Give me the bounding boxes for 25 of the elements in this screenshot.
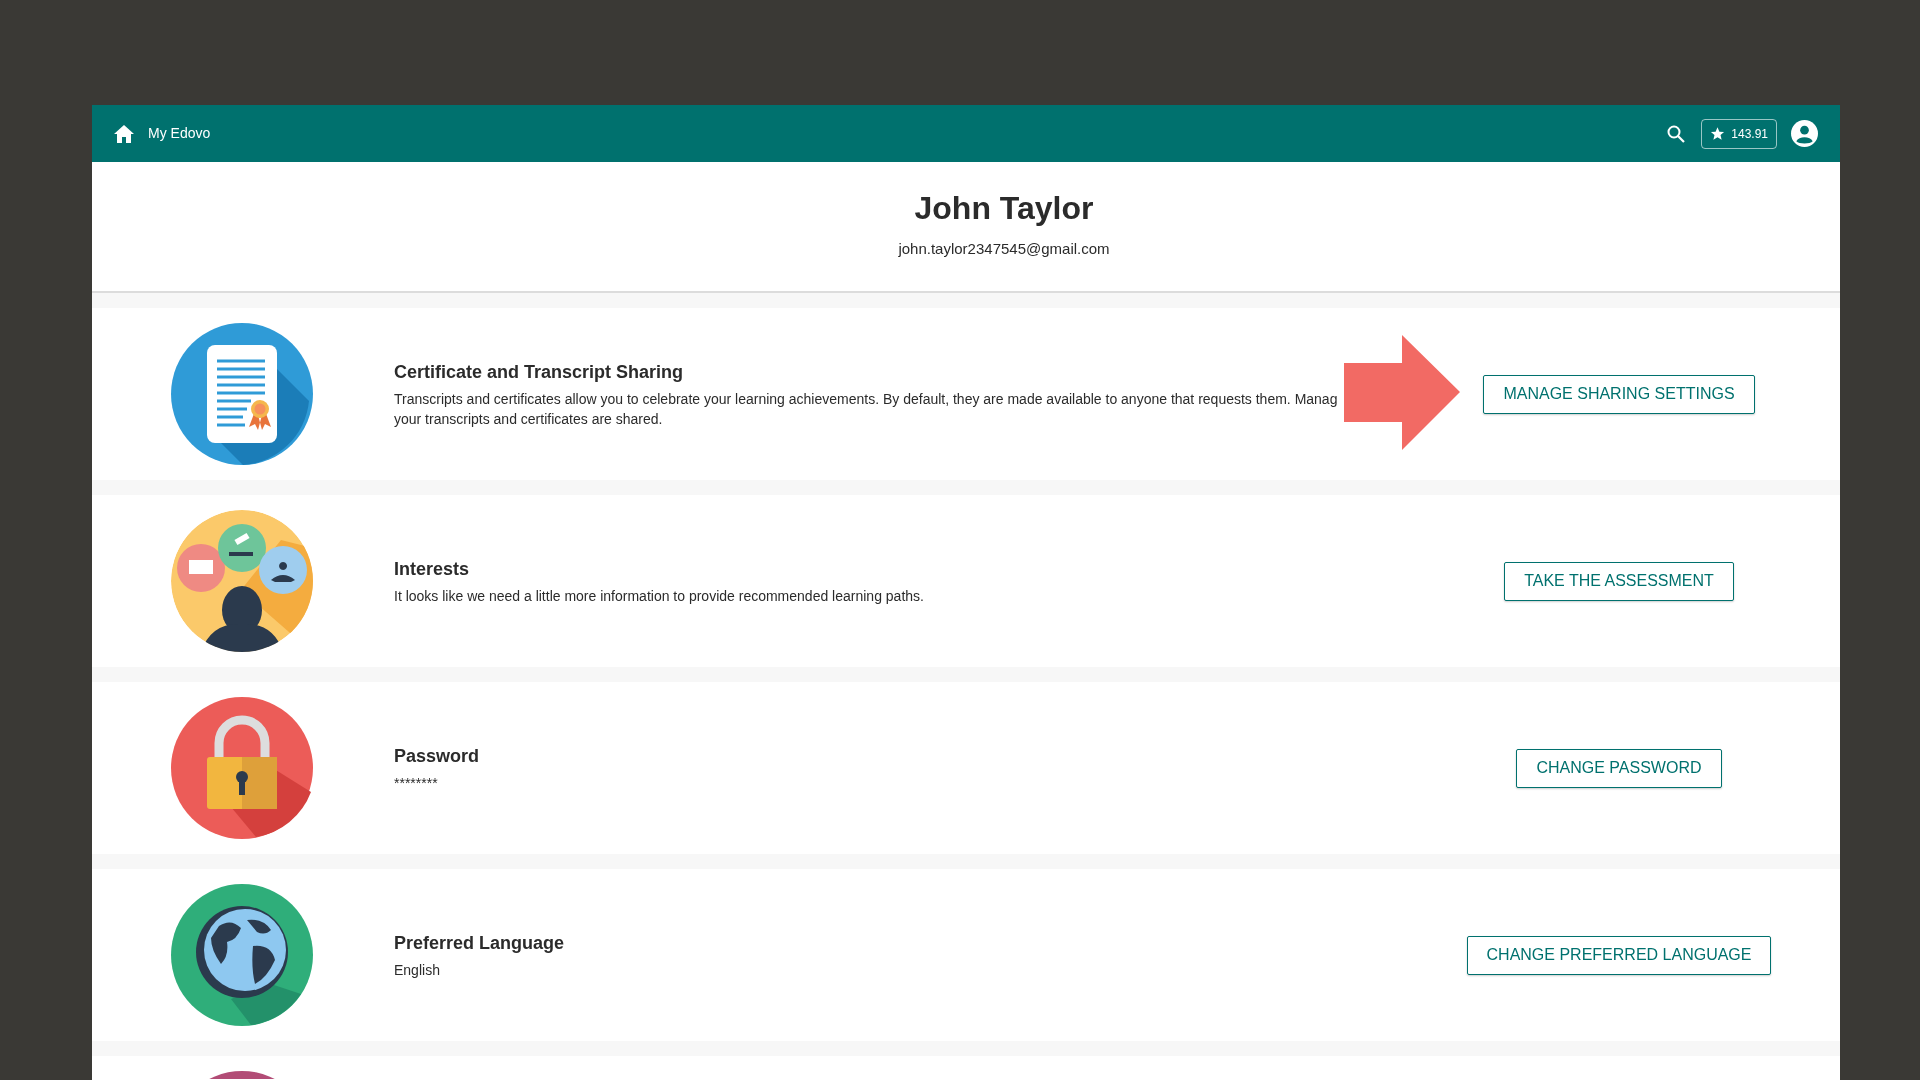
card-title: Preferred Language [394,932,566,955]
action-button[interactable]: TAKE THE ASSESSMENT [1504,561,1734,601]
star-icon [1710,126,1726,141]
app-title[interactable]: My Edovo [148,123,211,144]
points-badge[interactable]: 143.91 [1701,118,1777,149]
search-icon[interactable] [1667,124,1686,143]
certificate-icon [171,323,313,465]
user-name: John Taylor [914,192,1094,225]
card-title: Certificate and Transcript Sharing [394,361,685,384]
action-button[interactable]: CHANGE PASSWORD [1516,748,1722,788]
card-description: English [394,961,441,980]
padlock-icon [171,697,313,839]
action-button[interactable]: CHANGE PREFERRED LANGUAGE [1466,935,1772,975]
card-description: Transcripts and certificates allow you to celebrate your learning achievements. By default, they are made available to anyone that requests them. Manag your transcripts and certificates are shared. [394,390,1339,429]
user-email: john.taylor2347545@gmail.com [898,239,1110,260]
card-description: It looks like we need a little more information to provide recommended learning paths. [394,587,925,606]
home-icon[interactable] [114,124,134,143]
card-description: ******** [394,774,439,793]
points-value: 143.91 [1731,125,1768,143]
card-title: Interests [394,558,471,581]
interests-icon [171,510,313,652]
card-title: Password [394,745,481,768]
action-button[interactable]: MANAGE SHARING SETTINGS [1483,374,1755,414]
globe-icon [171,884,313,1026]
account-icon[interactable] [1791,120,1818,147]
